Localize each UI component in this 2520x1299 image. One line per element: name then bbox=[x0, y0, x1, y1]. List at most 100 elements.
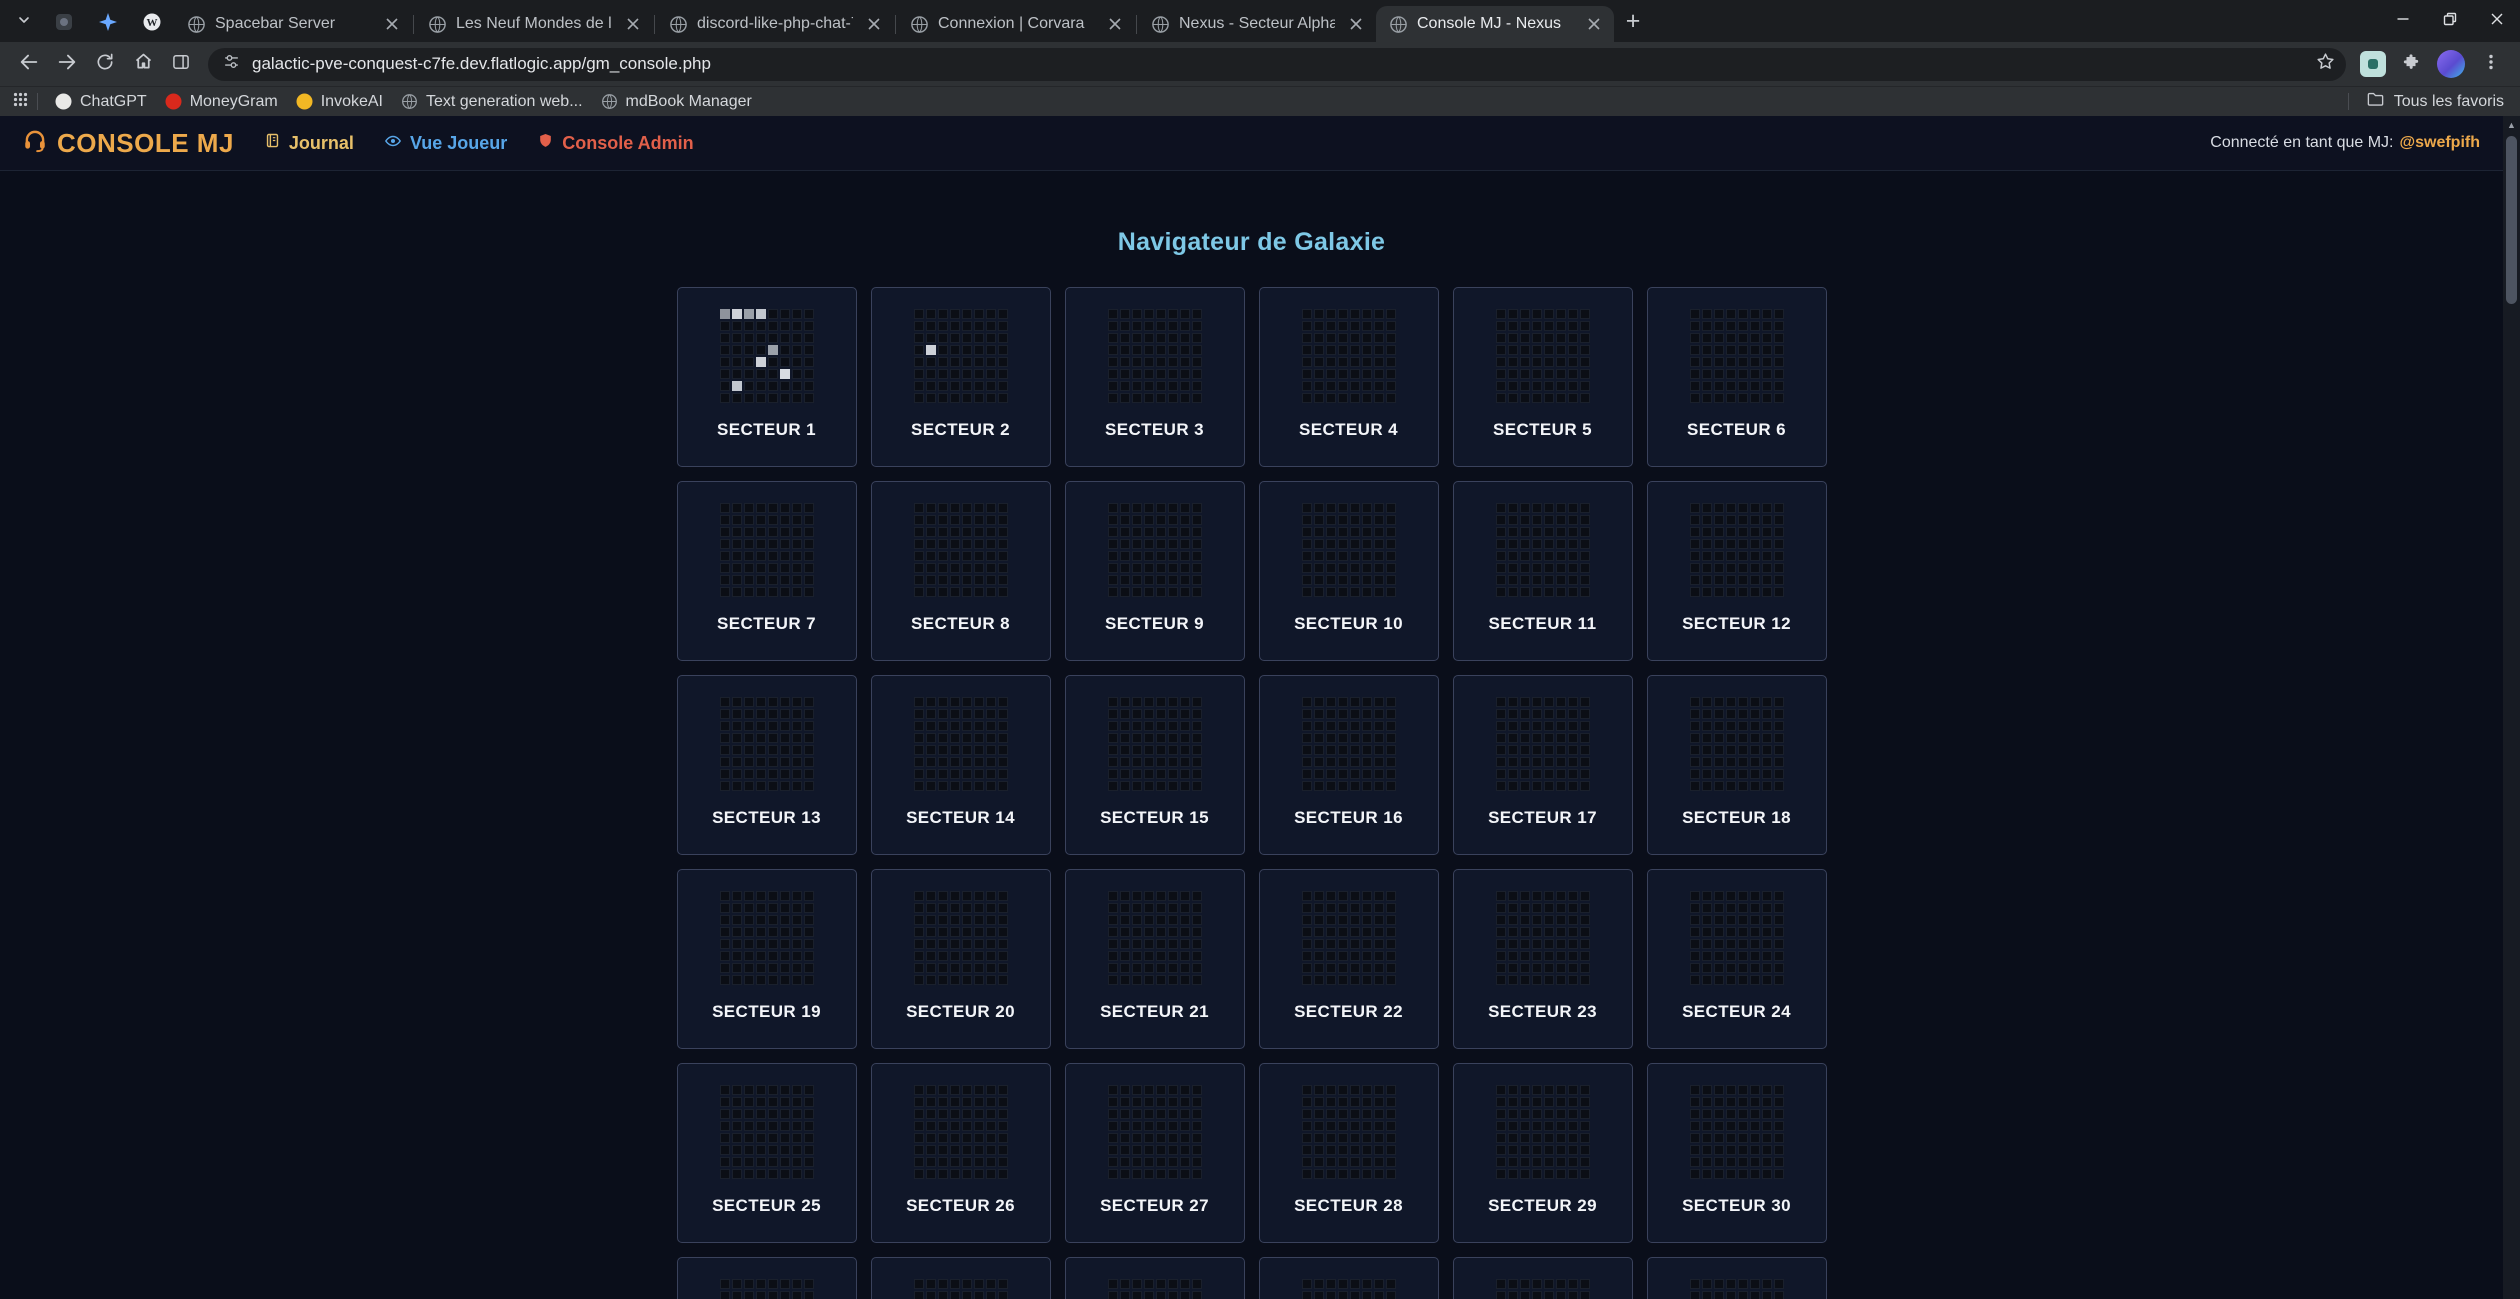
browser-tab[interactable]: Connexion | Corvara bbox=[897, 6, 1135, 42]
sector-card[interactable]: SECTEUR 30 bbox=[1647, 1063, 1827, 1243]
mini-map-cell bbox=[1338, 1169, 1348, 1179]
mini-map-cell bbox=[720, 321, 730, 331]
forward-button[interactable] bbox=[48, 45, 86, 83]
sector-card[interactable]: SECTEUR 14 bbox=[871, 675, 1051, 855]
sector-card[interactable]: SECTEUR 6 bbox=[1647, 287, 1827, 467]
mini-map-cell bbox=[986, 551, 996, 561]
sector-card[interactable]: SECTEUR 25 bbox=[677, 1063, 857, 1243]
bookmark-star-button[interactable] bbox=[2310, 49, 2340, 79]
home-button[interactable] bbox=[124, 45, 162, 83]
sector-card[interactable]: SECTEUR 16 bbox=[1259, 675, 1439, 855]
pinned-tab[interactable] bbox=[86, 6, 130, 42]
url-text[interactable]: galactic-pve-conquest-c7fe.dev.flatlogic… bbox=[252, 54, 2299, 74]
sector-card[interactable] bbox=[1259, 1257, 1439, 1299]
scroll-up-arrow-icon[interactable]: ▲ bbox=[2503, 116, 2520, 134]
tab-search-button[interactable] bbox=[6, 4, 42, 40]
tab-close-icon[interactable] bbox=[1344, 12, 1368, 36]
tab-close-icon[interactable] bbox=[621, 12, 645, 36]
bookmark-item[interactable]: MoneyGram bbox=[156, 90, 287, 114]
mini-map-cell bbox=[1350, 963, 1360, 973]
sector-card[interactable] bbox=[1065, 1257, 1245, 1299]
sector-card[interactable]: SECTEUR 11 bbox=[1453, 481, 1633, 661]
sector-card[interactable]: SECTEUR 27 bbox=[1065, 1063, 1245, 1243]
new-tab-button[interactable]: + bbox=[1614, 2, 1652, 40]
extensions-button[interactable] bbox=[2392, 45, 2430, 83]
sector-card[interactable]: SECTEUR 17 bbox=[1453, 675, 1633, 855]
bookmark-item[interactable]: ChatGPT bbox=[46, 90, 156, 114]
mini-map-cell bbox=[1556, 369, 1566, 379]
sector-card[interactable]: SECTEUR 20 bbox=[871, 869, 1051, 1049]
app-logo[interactable]: CONSOLE MJ bbox=[22, 127, 234, 160]
sector-card[interactable]: SECTEUR 28 bbox=[1259, 1063, 1439, 1243]
sector-card[interactable]: SECTEUR 12 bbox=[1647, 481, 1827, 661]
all-bookmarks[interactable]: Tous les favoris bbox=[2340, 90, 2508, 114]
sector-card[interactable]: SECTEUR 13 bbox=[677, 675, 857, 855]
tab-close-icon[interactable] bbox=[1103, 12, 1127, 36]
mini-map-cell bbox=[1338, 1121, 1348, 1131]
mini-map-cell bbox=[1774, 393, 1784, 403]
sector-card[interactable]: SECTEUR 2 bbox=[871, 287, 1051, 467]
close-button[interactable] bbox=[2473, 0, 2520, 42]
sector-card[interactable]: SECTEUR 26 bbox=[871, 1063, 1051, 1243]
sector-card[interactable] bbox=[1453, 1257, 1633, 1299]
side-panel-button[interactable] bbox=[162, 45, 200, 83]
sector-card[interactable] bbox=[871, 1257, 1051, 1299]
sector-card[interactable]: SECTEUR 7 bbox=[677, 481, 857, 661]
extension-action-button[interactable] bbox=[2360, 51, 2386, 77]
tab-close-icon[interactable] bbox=[380, 12, 404, 36]
sector-card[interactable] bbox=[677, 1257, 857, 1299]
minimize-button[interactable] bbox=[2379, 0, 2426, 42]
nav-vue-joueur[interactable]: Vue Joueur bbox=[384, 132, 507, 155]
bookmark-item[interactable]: InvokeAI bbox=[287, 90, 392, 114]
nav-journal[interactable]: Journal bbox=[264, 132, 354, 154]
sector-card[interactable]: SECTEUR 21 bbox=[1065, 869, 1245, 1049]
browser-tab[interactable]: Spacebar Server bbox=[174, 6, 412, 42]
bookmark-item[interactable]: mdBook Manager bbox=[592, 90, 761, 114]
sector-card[interactable]: SECTEUR 3 bbox=[1065, 287, 1245, 467]
sector-card[interactable]: SECTEUR 5 bbox=[1453, 287, 1633, 467]
sector-card[interactable] bbox=[1647, 1257, 1827, 1299]
sector-card[interactable]: SECTEUR 19 bbox=[677, 869, 857, 1049]
mini-map-cell bbox=[1568, 781, 1578, 791]
mini-map-cell bbox=[732, 1145, 742, 1155]
apps-grid-icon[interactable] bbox=[12, 91, 29, 113]
sector-card[interactable]: SECTEUR 18 bbox=[1647, 675, 1827, 855]
site-info-icon[interactable] bbox=[222, 52, 241, 76]
sector-card[interactable]: SECTEUR 4 bbox=[1259, 287, 1439, 467]
sector-card[interactable]: SECTEUR 1 bbox=[677, 287, 857, 467]
sector-card[interactable]: SECTEUR 15 bbox=[1065, 675, 1245, 855]
mini-map-cell bbox=[1702, 1133, 1712, 1143]
sector-card[interactable]: SECTEUR 9 bbox=[1065, 481, 1245, 661]
sector-card[interactable]: SECTEUR 10 bbox=[1259, 481, 1439, 661]
mini-map-cell bbox=[938, 781, 948, 791]
mini-map-cell bbox=[1326, 551, 1336, 561]
pinned-tab[interactable]: W bbox=[130, 6, 174, 42]
bookmark-item[interactable]: Text generation web... bbox=[392, 90, 592, 114]
tab-close-icon[interactable] bbox=[862, 12, 886, 36]
mini-map-cell bbox=[1738, 515, 1748, 525]
sector-card[interactable]: SECTEUR 22 bbox=[1259, 869, 1439, 1049]
sector-card[interactable]: SECTEUR 24 bbox=[1647, 869, 1827, 1049]
restore-button[interactable] bbox=[2426, 0, 2473, 42]
sector-card[interactable]: SECTEUR 8 bbox=[871, 481, 1051, 661]
mini-map-cell bbox=[1496, 587, 1506, 597]
sector-card[interactable]: SECTEUR 29 bbox=[1453, 1063, 1633, 1243]
nav-console-admin[interactable]: Console Admin bbox=[537, 132, 693, 154]
browser-tab[interactable]: Les Neuf Mondes de la Mythol... bbox=[415, 6, 653, 42]
tab-close-icon[interactable] bbox=[1582, 12, 1606, 36]
back-button[interactable] bbox=[10, 45, 48, 83]
mini-map-cell bbox=[914, 539, 924, 549]
scrollbar-thumb[interactable] bbox=[2506, 136, 2517, 304]
address-bar[interactable]: galactic-pve-conquest-c7fe.dev.flatlogic… bbox=[208, 48, 2346, 81]
profile-avatar[interactable] bbox=[2437, 50, 2465, 78]
reload-button[interactable] bbox=[86, 45, 124, 83]
browser-tab[interactable]: Nexus - Secteur Alpha [G1] bbox=[1138, 6, 1376, 42]
mini-map-cell bbox=[1192, 927, 1202, 937]
browser-tab[interactable]: discord-like-php-chat-7262.de... bbox=[656, 6, 894, 42]
browser-tab[interactable]: Console MJ - Nexus bbox=[1376, 6, 1614, 42]
pinned-tab[interactable] bbox=[42, 6, 86, 42]
mini-map-cell bbox=[768, 503, 778, 513]
sector-card[interactable]: SECTEUR 23 bbox=[1453, 869, 1633, 1049]
browser-menu-button[interactable] bbox=[2472, 45, 2510, 83]
page-scrollbar[interactable]: ▲ bbox=[2503, 116, 2520, 1299]
